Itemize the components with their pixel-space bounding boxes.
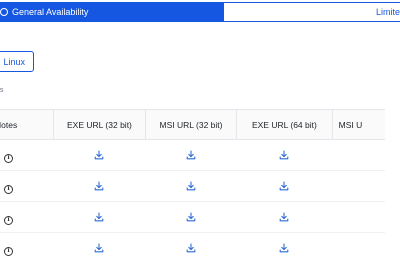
selected-radio-icon [0, 8, 8, 16]
msi-32-download-icon[interactable] [186, 212, 196, 222]
info-icon[interactable]: i [4, 246, 13, 256]
exe-64-download-icon[interactable] [279, 243, 289, 253]
downloads-table: Notes EXE URL (32 bit) MSI URL (32 bit) … [0, 109, 385, 260]
exe-64-download-icon[interactable] [279, 212, 289, 222]
msi-32-cell [145, 139, 237, 171]
msi-32-cell [145, 201, 237, 233]
tab-general-availability-label: General Availability [12, 7, 89, 17]
versions-label: ns [0, 87, 4, 94]
exe-32-cell [53, 232, 146, 260]
column-header-exe-32: EXE URL (32 bit) [53, 109, 146, 140]
exe-64-cell [236, 139, 333, 171]
exe-64-download-icon[interactable] [279, 181, 289, 191]
notes-cell: i [0, 201, 54, 233]
exe-32-download-icon[interactable] [94, 181, 104, 191]
table-header-row: Notes EXE URL (32 bit) MSI URL (32 bit) … [0, 109, 385, 140]
notes-cell: i [0, 232, 54, 260]
notes-cell: i [0, 170, 54, 202]
info-icon[interactable]: i [4, 153, 13, 163]
table-row: i [0, 170, 385, 202]
exe-32-download-icon[interactable] [94, 212, 104, 222]
msi-64-cell [332, 201, 385, 233]
exe-64-download-icon[interactable] [279, 150, 289, 160]
msi-64-cell [332, 232, 385, 260]
column-header-notes: Notes [0, 109, 55, 140]
msi-32-cell [145, 170, 237, 202]
msi-32-cell [145, 232, 237, 260]
tab-general-availability[interactable]: General Availability [0, 2, 224, 22]
column-header-msi-64: MSI U [332, 109, 385, 140]
table-row: i [0, 201, 385, 233]
table-row: i [0, 139, 385, 171]
exe-64-cell [236, 170, 333, 202]
table-body: i i i i [0, 139, 385, 260]
release-type-tabs: General Availability Limite [0, 0, 400, 24]
msi-32-download-icon[interactable] [186, 150, 196, 160]
tab-limited[interactable]: Limite [223, 2, 400, 22]
exe-32-cell [53, 170, 146, 202]
msi-64-cell [332, 170, 385, 202]
msi-32-download-icon[interactable] [186, 181, 196, 191]
exe-32-download-icon[interactable] [94, 243, 104, 253]
column-header-exe-64: EXE URL (64 bit) [236, 109, 333, 140]
info-icon[interactable]: i [4, 184, 13, 194]
exe-32-download-icon[interactable] [94, 150, 104, 160]
tab-limited-label: Limite [376, 7, 400, 17]
msi-64-cell [332, 139, 385, 171]
exe-32-cell [53, 201, 146, 233]
table-row: i [0, 232, 385, 260]
exe-64-cell [236, 201, 333, 233]
info-icon[interactable]: i [4, 215, 13, 225]
column-header-msi-32: MSI URL (32 bit) [145, 109, 238, 140]
os-linux-button[interactable]: Linux [0, 51, 34, 72]
msi-32-download-icon[interactable] [186, 243, 196, 253]
exe-32-cell [53, 139, 146, 171]
notes-cell: i [0, 139, 54, 171]
exe-64-cell [236, 232, 333, 260]
os-linux-label: Linux [3, 56, 25, 67]
